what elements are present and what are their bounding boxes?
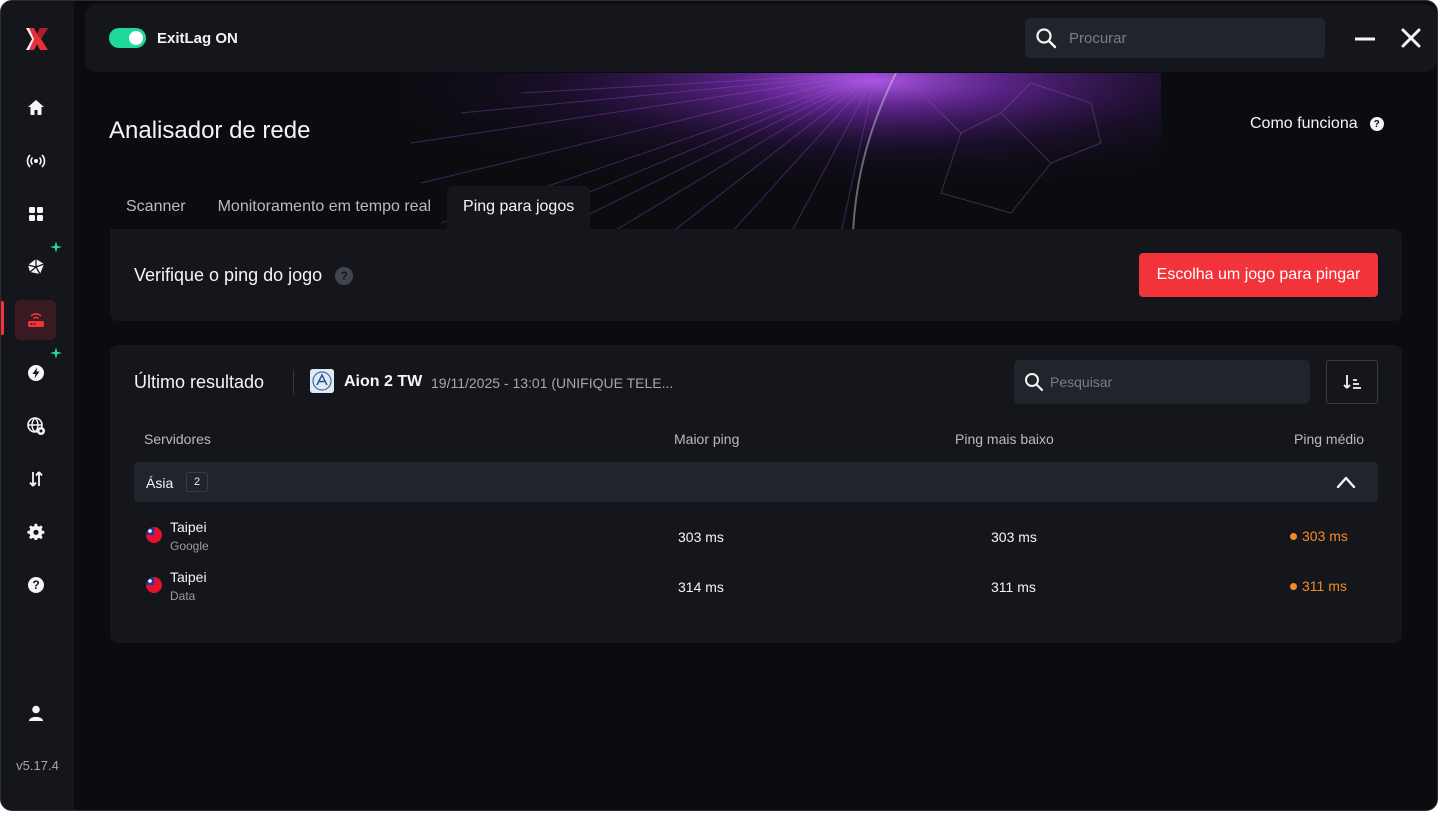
column-header-max-ping: Maior ping <box>674 431 740 447</box>
boost-icon <box>27 365 44 381</box>
sort-button[interactable] <box>1326 360 1378 404</box>
new-feature-spark-icon <box>50 241 62 253</box>
ping-status-dot <box>1290 532 1297 540</box>
app-version: v5.17.4 <box>16 758 59 773</box>
global-search[interactable] <box>1025 18 1325 58</box>
sidebar-item-globe[interactable] <box>15 406 56 446</box>
column-header-min-ping: Ping mais baixo <box>955 431 1054 447</box>
new-feature-spark-icon <box>50 347 62 359</box>
close-icon[interactable] <box>1399 26 1423 50</box>
analyzer-tabs: Scanner Monitoramento em tempo real Ping… <box>110 186 591 229</box>
sidebar-item-transfer[interactable] <box>15 459 56 499</box>
table-row[interactable]: Taipei Google 303 ms 303 ms 303 ms <box>134 515 1378 559</box>
sidebar-item-help[interactable]: ? <box>15 565 56 605</box>
ping-status-dot <box>1290 582 1297 590</box>
sidebar-item-network-analyzer[interactable] <box>15 300 56 340</box>
last-result-card: Último resultado Aion 2 TW 19/11/2025 - … <box>110 345 1402 643</box>
app-window: ? v5.17.4 ExitLag ON Procurar Analisador… <box>0 0 1438 811</box>
max-ping-value: 303 ms <box>678 529 724 545</box>
ping-check-title: Verifique o ping do jogo <box>134 265 323 285</box>
region-group-asia[interactable]: Ásia 2 <box>134 462 1378 502</box>
search-icon <box>1025 373 1044 392</box>
svg-text:?: ? <box>32 578 39 592</box>
home-icon <box>27 100 44 115</box>
divider <box>293 370 294 394</box>
minimize-icon[interactable] <box>1353 26 1377 50</box>
server-name: Taipei <box>170 569 207 585</box>
router-icon <box>27 313 44 327</box>
how-it-works-label: Como funciona <box>1250 115 1358 132</box>
results-search-input[interactable] <box>1050 360 1300 404</box>
table-row[interactable]: Taipei Data 314 ms 311 ms 311 ms <box>134 565 1378 609</box>
avg-ping-value: 311 ms <box>1302 578 1347 594</box>
active-indicator <box>1 301 4 335</box>
sidebar-item-profile[interactable] <box>15 693 56 733</box>
sidebar-item-boost[interactable] <box>15 353 56 393</box>
taiwan-flag-icon <box>146 527 162 543</box>
sidebar-item-broadcast[interactable] <box>15 141 56 181</box>
server-provider: Google <box>170 539 209 553</box>
min-ping-value: 303 ms <box>991 529 1037 545</box>
cube-routes-icon <box>27 259 44 275</box>
ping-check-heading: Verifique o ping do jogo ? <box>134 265 354 286</box>
sidebar-item-settings[interactable] <box>15 512 56 552</box>
search-icon <box>1036 28 1057 49</box>
tab-realtime-monitoring[interactable]: Monitoramento em tempo real <box>202 186 447 229</box>
how-it-works-link[interactable]: Como funciona ? <box>1250 115 1384 133</box>
taiwan-flag-icon <box>146 577 162 593</box>
game-thumbnail-icon <box>310 369 334 393</box>
avg-ping: 311 ms <box>1290 578 1347 594</box>
tab-game-ping[interactable]: Ping para jogos <box>447 186 591 229</box>
sidebar-item-routes[interactable] <box>15 247 56 287</box>
max-ping-value: 314 ms <box>678 579 724 595</box>
avg-ping-value: 303 ms <box>1302 528 1348 544</box>
exitlag-toggle[interactable] <box>109 28 146 48</box>
tab-scanner[interactable]: Scanner <box>110 186 202 229</box>
exitlag-logo-icon[interactable] <box>23 25 51 53</box>
ping-check-card: Verifique o ping do jogo ? Escolha um jo… <box>110 229 1402 321</box>
min-ping-value: 311 ms <box>991 579 1036 595</box>
sort-descending-icon <box>1343 375 1361 389</box>
region-label: Ásia <box>146 475 174 491</box>
region-count-badge: 2 <box>186 472 208 492</box>
exitlag-status-label: ExitLag ON <box>157 30 238 47</box>
broadcast-icon <box>26 154 45 168</box>
global-search-input[interactable] <box>1069 18 1319 58</box>
column-header-servers: Servidores <box>144 431 211 447</box>
chevron-up-icon[interactable] <box>1336 473 1356 491</box>
transfer-arrows-icon <box>28 471 43 487</box>
help-circle-icon[interactable]: ? <box>335 266 354 285</box>
server-name: Taipei <box>170 519 207 535</box>
choose-game-button[interactable]: Escolha um jogo para pingar <box>1139 253 1378 297</box>
user-icon <box>28 705 43 721</box>
server-provider: Data <box>170 589 196 603</box>
apps-grid-icon <box>28 207 43 221</box>
help-circle-icon: ? <box>1369 117 1384 131</box>
help-icon: ? <box>27 577 44 593</box>
column-header-avg-ping: Ping médio <box>1294 431 1365 447</box>
gear-icon <box>26 523 44 540</box>
avg-ping: 303 ms <box>1290 528 1348 544</box>
page-title: Analisador de rede <box>109 117 311 144</box>
results-search[interactable] <box>1014 360 1310 404</box>
sidebar-item-apps[interactable] <box>15 194 56 234</box>
game-name: Aion 2 TW <box>344 373 423 390</box>
sidebar: ? v5.17.4 <box>1 1 74 810</box>
globe-settings-icon <box>26 417 45 435</box>
last-result-title: Último resultado <box>134 372 265 392</box>
sidebar-item-home[interactable] <box>15 88 56 128</box>
result-timestamp-isp: 19/11/2025 - 13:01 (UNIFIQUE TELE... <box>431 375 674 391</box>
top-bar: ExitLag ON <box>85 4 1437 72</box>
